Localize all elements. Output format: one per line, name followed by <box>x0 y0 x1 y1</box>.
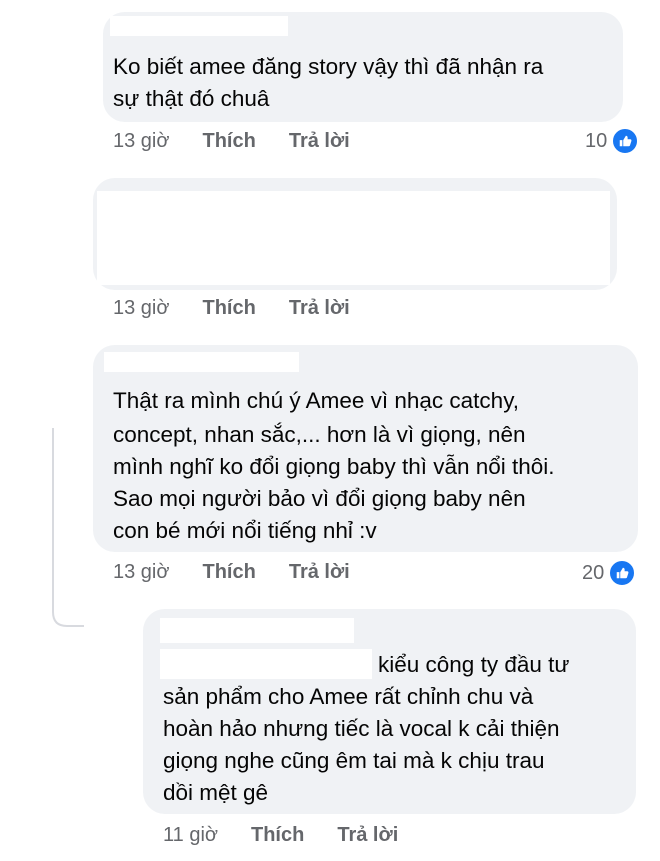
reaction-number: 20 <box>582 561 605 584</box>
redacted-mention <box>160 649 372 679</box>
comment-time[interactable]: 13 giờ <box>113 130 169 153</box>
comment-text-line: con bé mới nổi tiếng nhỉ :v <box>113 518 377 543</box>
redacted-author-name <box>104 352 299 372</box>
like-button[interactable]: Thích <box>202 130 255 153</box>
like-icon <box>608 559 637 587</box>
comment-meta: 11 giờ Thích Trả lời <box>163 824 431 847</box>
comment-time[interactable]: 11 giờ <box>163 824 218 847</box>
comment-text-line: kiểu công ty đầu tư <box>378 652 570 677</box>
comment-meta: 13 giờ Thích Trả lời <box>113 561 383 584</box>
comment-text-line: sản phẩm cho Amee rất chỉnh chu và <box>163 684 534 709</box>
redacted-comment-content <box>97 191 610 285</box>
reply-button[interactable]: Trả lời <box>289 297 350 320</box>
reaction-count[interactable]: 10 <box>585 127 640 155</box>
reply-button[interactable]: Trả lời <box>289 561 350 584</box>
comment-time[interactable]: 13 giờ <box>113 297 169 320</box>
like-icon <box>611 127 640 155</box>
comment-text-line: sự thật đó chuâ <box>113 86 270 111</box>
comment-text-line: mình nghĩ ko đổi giọng baby thì vẫn nổi … <box>113 454 555 479</box>
redacted-author-name <box>110 16 288 36</box>
reply-button[interactable]: Trả lời <box>289 130 350 153</box>
like-button[interactable]: Thích <box>251 824 304 847</box>
reaction-number: 10 <box>585 129 608 152</box>
reaction-count[interactable]: 20 <box>582 559 637 587</box>
comment-text-line: giọng nghe cũng êm tai mà k chịu trau <box>163 748 545 773</box>
comment-text-line: hoàn hảo nhưng tiếc là vocal k cải thiện <box>163 716 560 741</box>
redacted-author-name <box>160 618 354 643</box>
comment-text-line: concept, nhan sắc,... hơn là vì giọng, n… <box>113 422 526 447</box>
comment-text-line: dồi mệt gê <box>163 780 269 805</box>
comment-text-line: Sao mọi người bảo vì đổi giọng baby nên <box>113 486 526 511</box>
comment-meta: 13 giờ Thích Trả lời <box>113 297 383 320</box>
reply-button[interactable]: Trả lời <box>337 824 398 847</box>
comment-text-line: Thật ra mình chú ý Amee vì nhạc catchy, <box>113 388 520 413</box>
comment-text-line: Ko biết amee đăng story vậy thì đã nhận … <box>113 54 544 79</box>
comment-time[interactable]: 13 giờ <box>113 561 169 584</box>
like-button[interactable]: Thích <box>202 561 255 584</box>
comment-meta: 13 giờ Thích Trả lời <box>113 130 383 153</box>
like-button[interactable]: Thích <box>202 297 255 320</box>
